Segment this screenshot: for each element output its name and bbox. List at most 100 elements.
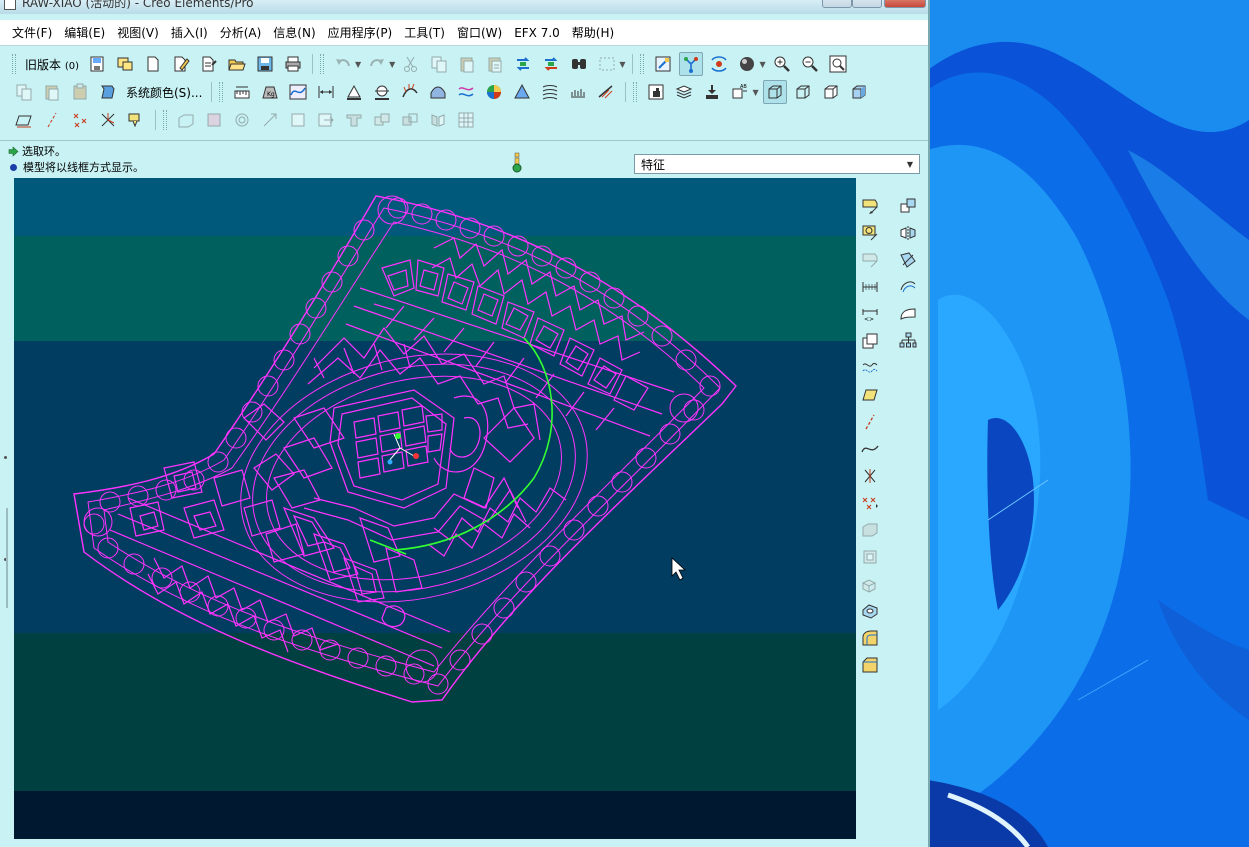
spin-center-icon[interactable]	[679, 52, 704, 76]
cut-icon[interactable]	[399, 52, 423, 76]
select-loop-icon[interactable]	[230, 108, 254, 132]
toolbar-grip[interactable]	[633, 82, 638, 102]
datum-sketch-icon[interactable]	[858, 221, 882, 245]
reflection-icon[interactable]	[538, 80, 562, 104]
cosmetic-sketch-icon[interactable]	[858, 356, 882, 380]
toolbar-grip[interactable]	[640, 54, 645, 74]
menu-efx[interactable]: EFX 7.0	[508, 26, 566, 40]
orient-mode-icon[interactable]	[707, 52, 731, 76]
datum-axis-display-icon[interactable]	[40, 108, 64, 132]
refit-icon[interactable]	[826, 52, 850, 76]
copy-icon[interactable]	[427, 52, 451, 76]
annotation-dropdown-icon[interactable]: ▼	[752, 88, 758, 97]
maximize-button[interactable]	[852, 0, 882, 8]
menu-file[interactable]: 文件(F)	[6, 24, 58, 41]
menu-tools[interactable]: 工具(T)	[398, 24, 451, 41]
shading-icon[interactable]	[847, 80, 871, 104]
sweep-icon[interactable]	[858, 572, 882, 596]
toolbar-grip[interactable]	[219, 82, 224, 102]
regenerate-icon[interactable]	[511, 52, 535, 76]
menu-view[interactable]: 视图(V)	[111, 24, 165, 41]
datum-point-icon[interactable]	[858, 464, 882, 488]
redo-icon[interactable]	[365, 52, 389, 76]
datum-point-more-icon[interactable]	[858, 491, 882, 515]
datum-plane-display-icon[interactable]	[12, 108, 36, 132]
annotation-display-icon[interactable]: AB	[728, 80, 752, 104]
select-next-icon[interactable]	[314, 108, 338, 132]
distance-icon[interactable]	[314, 80, 338, 104]
menu-edit[interactable]: 编辑(E)	[58, 24, 111, 41]
section-analysis-icon[interactable]	[370, 80, 394, 104]
color-map-icon[interactable]	[482, 80, 506, 104]
select-mirror-icon[interactable]	[426, 108, 450, 132]
display-style-dropdown-icon[interactable]: ▼	[759, 60, 765, 69]
coordinate-system-display-icon[interactable]	[96, 108, 120, 132]
copy-geometry-icon[interactable]	[896, 194, 920, 218]
view-manager-icon[interactable]	[644, 80, 668, 104]
new-window-icon[interactable]	[113, 52, 137, 76]
datum-plane-icon[interactable]	[858, 383, 882, 407]
old-version-button[interactable]: 旧版本 (0)	[21, 56, 83, 73]
extrude-icon[interactable]	[858, 518, 882, 542]
select-edge-icon[interactable]	[174, 108, 198, 132]
revolve-icon[interactable]	[858, 545, 882, 569]
offset-analysis-icon[interactable]	[594, 80, 618, 104]
annotation-element-display-icon[interactable]	[124, 108, 148, 132]
rename-icon[interactable]	[197, 52, 221, 76]
save-copy-icon[interactable]	[85, 52, 109, 76]
title-bar[interactable]: RAW-XIAO (活动的) - Creo Elements/Pro	[0, 0, 928, 14]
new-file-icon[interactable]	[141, 52, 165, 76]
select-intent-icon[interactable]	[370, 108, 394, 132]
menu-window[interactable]: 窗口(W)	[451, 24, 508, 41]
toolbar-grip[interactable]	[12, 54, 16, 74]
hole-icon[interactable]	[858, 599, 882, 623]
paste-disabled-icon[interactable]	[40, 80, 64, 104]
undo-dropdown-icon[interactable]: ▼	[355, 60, 361, 69]
print-icon[interactable]	[281, 52, 305, 76]
select-solid-icon[interactable]	[342, 108, 366, 132]
select-body-icon[interactable]	[286, 108, 310, 132]
datum-point-display-icon[interactable]	[68, 108, 92, 132]
edit-definition-icon[interactable]	[169, 52, 193, 76]
select-quilt-icon[interactable]	[398, 108, 422, 132]
trim-icon[interactable]	[896, 275, 920, 299]
display-style-icon[interactable]	[735, 52, 759, 76]
datum-axis-icon[interactable]	[858, 410, 882, 434]
toolbar-grip[interactable]	[320, 54, 325, 74]
selection-filter-select[interactable]: 特征 ▼	[634, 154, 920, 174]
menu-insert[interactable]: 插入(I)	[165, 24, 214, 41]
sketch-tool-icon[interactable]	[858, 194, 882, 218]
system-colors-button[interactable]: 系统颜色(S)...	[122, 84, 206, 101]
undo-icon[interactable]	[331, 52, 355, 76]
mirror-icon[interactable]	[896, 221, 920, 245]
round-icon[interactable]	[858, 626, 882, 650]
select-surface-icon[interactable]	[202, 108, 226, 132]
zoom-in-icon[interactable]	[770, 52, 794, 76]
select-chain-icon[interactable]	[258, 108, 282, 132]
surface-shade-icon[interactable]	[426, 80, 450, 104]
paste-special-icon[interactable]	[483, 52, 507, 76]
reference-dimension-icon[interactable]: <>	[858, 302, 882, 326]
redo-dropdown-icon[interactable]: ▼	[389, 60, 395, 69]
curvature-icon[interactable]	[398, 80, 422, 104]
save-icon[interactable]	[253, 52, 277, 76]
note-icon[interactable]	[858, 329, 882, 353]
find-icon[interactable]	[567, 52, 591, 76]
open-folder-icon[interactable]	[225, 52, 249, 76]
zoom-out-icon[interactable]	[798, 52, 822, 76]
draft-analysis-icon[interactable]	[342, 80, 366, 104]
close-button[interactable]	[884, 0, 926, 8]
menu-applications[interactable]: 应用程序(P)	[322, 24, 399, 41]
model-viewport[interactable]	[14, 178, 856, 839]
toolbar-grip[interactable]	[163, 110, 167, 130]
select-table-icon[interactable]	[454, 108, 478, 132]
layers-icon[interactable]	[672, 80, 696, 104]
dimension-icon[interactable]	[858, 275, 882, 299]
slope-icon[interactable]	[566, 80, 590, 104]
copy-disabled-icon[interactable]	[12, 80, 36, 104]
chamfer-icon[interactable]	[858, 653, 882, 677]
merge-icon[interactable]	[896, 248, 920, 272]
paste-icon[interactable]	[455, 52, 479, 76]
saved-orientation-icon[interactable]	[700, 80, 724, 104]
clipboard-icon[interactable]	[68, 80, 92, 104]
